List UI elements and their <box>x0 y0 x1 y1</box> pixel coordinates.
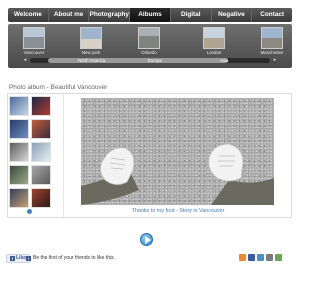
photo-gallery: Thanks to my foot - Story in Vancouver <box>7 93 292 218</box>
nav-item-photography[interactable]: Photography <box>89 8 131 22</box>
page: Welcome About me Photography Albums Digi… <box>0 0 300 281</box>
feet-on-gravel-photo <box>81 143 274 205</box>
orlando-thumbnail <box>138 27 160 49</box>
gallery-thumbnail[interactable] <box>9 96 29 116</box>
thumbs-up-icon: f <box>10 255 15 261</box>
scroll-left-icon[interactable]: ◂ <box>22 58 28 63</box>
gallery-thumbnail[interactable] <box>31 188 51 208</box>
like-label: Like <box>16 255 27 261</box>
play-icon <box>145 236 151 244</box>
nav-item-digital[interactable]: Digital <box>171 8 212 22</box>
region-label: North America <box>78 58 106 63</box>
vancouver-thumbnail <box>23 27 45 49</box>
gallery-thumbnail[interactable] <box>9 119 29 139</box>
gallery-thumbnail[interactable] <box>31 165 51 185</box>
destination-label: New york <box>81 50 101 55</box>
destination-carousel: Vancouver New york Orlando London Manche… <box>8 24 292 68</box>
destination-label: Orlando <box>141 50 157 55</box>
main-photo <box>81 98 274 205</box>
destination-london[interactable]: London <box>194 27 234 55</box>
gallery-thumbnail[interactable] <box>31 96 51 116</box>
destination-label: Vancouver <box>23 50 45 55</box>
gallery-thumbnail[interactable] <box>9 142 29 162</box>
gallery-thumbnail[interactable] <box>9 165 29 185</box>
carousel-scroll-thumb[interactable] <box>48 58 228 63</box>
nav-item-albums[interactable]: Albums <box>130 8 171 22</box>
print-icon[interactable] <box>266 254 273 261</box>
like-message: f Be the first of your friends to like th… <box>26 255 115 261</box>
region-label: Asia <box>220 58 229 63</box>
pager-dot[interactable] <box>27 209 32 214</box>
destination-label: London <box>206 50 222 55</box>
photo-caption: Thanks to my foot - Story in Vancouver <box>131 208 225 214</box>
gallery-thumbnail[interactable] <box>31 142 51 162</box>
rss-icon[interactable] <box>239 254 246 261</box>
scroll-right-icon[interactable]: ▸ <box>272 58 278 63</box>
email-icon[interactable] <box>275 254 282 261</box>
destination-manchester[interactable]: Manchester <box>252 27 292 55</box>
gallery-thumbnail[interactable] <box>9 188 29 208</box>
twitter-icon[interactable] <box>257 254 264 261</box>
nav-item-negative[interactable]: Negative <box>212 8 253 22</box>
destination-vancouver[interactable]: Vancouver <box>14 27 54 55</box>
like-text: Be the first of your friends to like thi… <box>33 255 115 261</box>
facebook-share-icon[interactable] <box>248 254 255 261</box>
divider <box>63 94 64 217</box>
destination-new-york[interactable]: New york <box>71 27 111 55</box>
share-icons <box>237 254 282 261</box>
region-label: Europe <box>148 58 162 63</box>
facebook-icon: f <box>26 255 31 261</box>
album-title: Photo album - Beautiful Vancouver <box>9 84 108 91</box>
destination-label: Manchester <box>260 50 284 55</box>
destination-orlando[interactable]: Orlando <box>129 27 169 55</box>
play-slideshow-button[interactable] <box>140 233 153 246</box>
new-york-thumbnail <box>80 27 102 49</box>
gallery-thumbnail[interactable] <box>31 119 51 139</box>
nav-item-contact[interactable]: Contact <box>252 8 292 22</box>
nav-item-about-me[interactable]: About me <box>49 8 90 22</box>
london-thumbnail <box>203 27 225 49</box>
nav-item-welcome[interactable]: Welcome <box>8 8 49 22</box>
carousel-scrollbar[interactable]: North America Europe Asia <box>30 58 270 63</box>
manchester-thumbnail <box>261 27 283 49</box>
main-nav: Welcome About me Photography Albums Digi… <box>8 8 292 22</box>
